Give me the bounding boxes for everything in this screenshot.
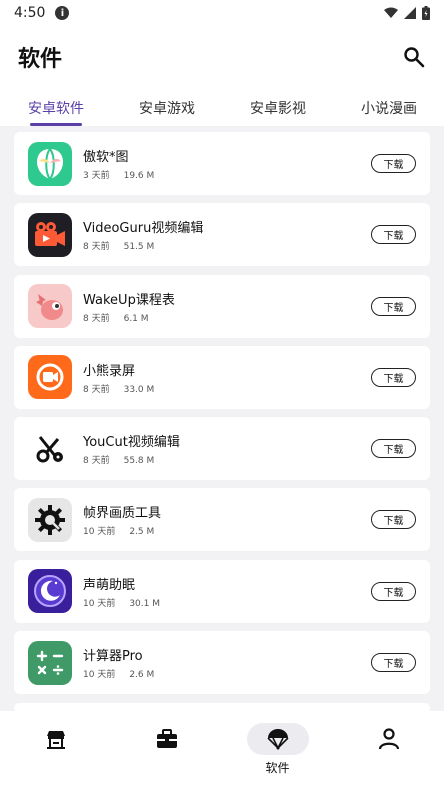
app-size: 30.1 M xyxy=(129,598,160,609)
app-name: VideoGuru视频编辑 xyxy=(83,221,204,237)
app-name: WakeUp课程表 xyxy=(83,292,175,308)
app-size: 2.5 M xyxy=(129,527,155,538)
tab-android-games[interactable]: 安卓游戏 xyxy=(112,88,222,126)
status-time: 4:50 xyxy=(14,5,46,21)
ao-soft-icon xyxy=(28,141,72,186)
youcut-icon xyxy=(28,426,72,471)
app-list: 傲软*图 3 天前 19.6 M 下载 VideoGuru视频编辑 8 天前 51.5 … xyxy=(14,132,430,702)
app-age: 10 天前 xyxy=(83,527,116,538)
download-button[interactable]: 下载 xyxy=(371,296,416,316)
download-button[interactable]: 下载 xyxy=(371,510,416,530)
calculator-icon xyxy=(28,640,72,685)
category-tabs: 安卓软件 安卓游戏 安卓影视 小说漫画 xyxy=(0,88,444,126)
app-size: 6.1 M xyxy=(123,313,149,324)
bottom-nav: 软件 xyxy=(0,711,444,791)
page-title: 软件 xyxy=(18,47,63,72)
wifi-icon xyxy=(384,7,398,18)
app-age: 3 天前 xyxy=(83,171,110,181)
person-icon xyxy=(378,728,399,750)
nav-item-briefcase[interactable] xyxy=(111,711,222,791)
download-button[interactable]: 下载 xyxy=(371,225,416,245)
download-button[interactable]: 下载 xyxy=(371,367,416,387)
app-age: 8 天前 xyxy=(83,384,110,395)
app-name: 帧界画质工具 xyxy=(83,506,162,522)
download-button[interactable]: 下载 xyxy=(371,581,416,601)
app-size: 55.8 M xyxy=(123,456,155,467)
app-size: 2.6 M xyxy=(129,670,155,681)
app-age: 10 天前 xyxy=(83,670,116,681)
nav-item-store[interactable] xyxy=(0,711,111,791)
app-name: 声萌助眠 xyxy=(83,577,136,593)
app-age: 10 天前 xyxy=(83,598,116,609)
videoguru-icon xyxy=(28,212,72,257)
briefcase-icon xyxy=(156,729,177,748)
app-name: 傲软*图 xyxy=(83,150,129,165)
info-icon: i xyxy=(55,6,70,20)
app-age: 8 天前 xyxy=(83,456,110,467)
gear-icon xyxy=(28,497,72,542)
download-button[interactable]: 下载 xyxy=(371,439,416,459)
app-age: 8 天前 xyxy=(83,242,110,253)
app-name: 计算器Pro xyxy=(83,649,143,665)
parachute-icon xyxy=(266,729,289,750)
app-size: 33.0 M xyxy=(123,384,155,395)
signal-icon xyxy=(404,7,416,19)
nav-item-profile[interactable] xyxy=(333,711,444,791)
list-item[interactable]: VideoGuru视频编辑 8 天前 51.5 M 下载 xyxy=(14,203,430,267)
app-bar: 软件 xyxy=(0,26,444,88)
app-age: 8 天前 xyxy=(83,313,110,324)
app-size: 51.5 M xyxy=(123,242,155,253)
app-name: YouCut视频编辑 xyxy=(83,435,180,451)
tab-android-video[interactable]: 安卓影视 xyxy=(222,88,334,126)
list-item[interactable]: 帧界画质工具 10 天前 2.5 M 下载 xyxy=(14,488,430,552)
list-item[interactable]: WakeUp课程表 8 天前 6.1 M 下载 xyxy=(14,274,430,338)
download-button[interactable]: 下载 xyxy=(371,154,416,173)
battery-icon xyxy=(422,6,430,20)
status-bar: 4:50 i xyxy=(0,0,444,26)
app-name: 小熊录屏 xyxy=(83,363,136,379)
nav-item-software[interactable]: 软件 xyxy=(222,711,333,791)
app-size: 19.6 M xyxy=(123,171,155,181)
tab-indicator xyxy=(30,123,82,126)
tab-android-software[interactable]: 安卓软件 xyxy=(0,88,112,126)
list-item[interactable]: 声萌助眠 10 天前 30.1 M 下载 xyxy=(14,559,430,623)
tab-novel-comics[interactable]: 小说漫画 xyxy=(334,88,444,126)
store-icon xyxy=(46,731,65,749)
download-button[interactable]: 下载 xyxy=(371,653,416,673)
search-icon[interactable] xyxy=(402,45,426,69)
list-item[interactable]: 小熊录屏 8 天前 33.0 M 下载 xyxy=(14,345,430,409)
moon-icon xyxy=(28,569,72,614)
list-item[interactable]: YouCut视频编辑 8 天前 55.8 M 下载 xyxy=(14,417,430,481)
status-icons xyxy=(384,6,430,20)
list-item[interactable]: 计算器Pro 10 天前 2.6 M 下载 xyxy=(14,631,430,695)
list-item[interactable]: 傲软*图 3 天前 19.6 M 下载 xyxy=(14,132,430,195)
xiaoxiong-icon xyxy=(28,355,72,400)
wakeup-icon xyxy=(28,284,72,329)
nav-label-software: 软件 xyxy=(265,761,290,775)
